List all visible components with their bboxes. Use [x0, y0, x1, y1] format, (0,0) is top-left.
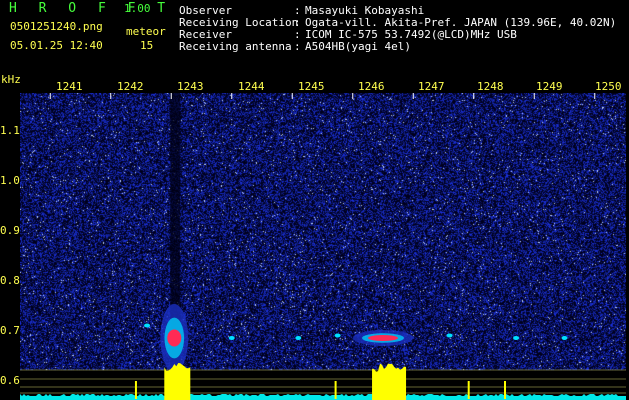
meteor-echo — [368, 335, 398, 341]
meteor-echo — [561, 336, 568, 340]
power-baseline — [20, 394, 626, 400]
meteor-echo — [295, 336, 302, 340]
power-spike — [334, 381, 337, 399]
meteor-echo — [446, 333, 453, 338]
power-spike — [134, 381, 137, 399]
meteor-echo — [513, 336, 520, 340]
spectrogram-overlay — [20, 93, 626, 400]
meteor-echo — [334, 333, 341, 338]
meteor-echo — [228, 336, 235, 340]
hroft-spectrogram-screen: H R O F F T 1.00 0501251240.png meteor 0… — [0, 0, 629, 400]
power-spike — [504, 381, 506, 399]
power-peak — [372, 363, 407, 400]
power-spike — [467, 381, 470, 399]
meteor-echo — [144, 323, 151, 328]
meteor-echo — [167, 329, 182, 347]
